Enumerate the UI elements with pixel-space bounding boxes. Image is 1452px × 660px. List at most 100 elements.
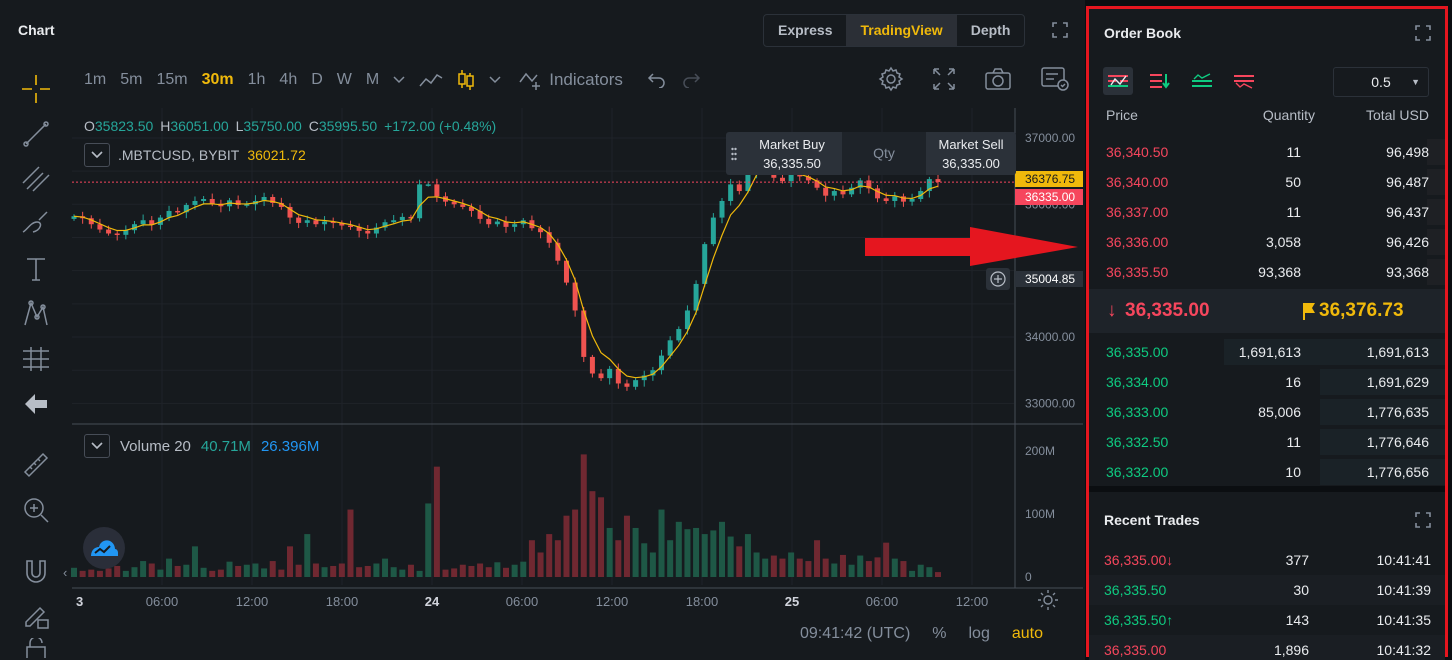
bid-row[interactable]: 36,333.00 85,006 1,776,635 xyxy=(1089,397,1445,427)
volume-bar xyxy=(900,561,907,577)
utc-clock: 09:41:42 (UTC) xyxy=(800,625,911,642)
volume-bar xyxy=(917,564,924,577)
volume-bar xyxy=(217,569,224,577)
asks-only-icon[interactable] xyxy=(1229,67,1259,95)
price-tick-label: 33000.00 xyxy=(1025,396,1075,410)
percent-scale-toggle[interactable]: % xyxy=(932,625,946,643)
time-tick-label: 18:00 xyxy=(326,594,359,609)
order-book-header: Price Quantity Total USD xyxy=(1089,107,1445,131)
price-chart[interactable]: 37000.0036000.0034000.0033000.0036376.75… xyxy=(0,0,1085,660)
volume-bar xyxy=(926,567,933,577)
price-label: 35004.85 xyxy=(1015,271,1083,287)
candle-body xyxy=(935,179,941,183)
volume-bar xyxy=(641,543,648,577)
volume-bar xyxy=(503,567,509,577)
volume-bar xyxy=(667,540,674,577)
time-tick-label: 12:00 xyxy=(956,594,989,609)
bid-price: 36,332.00 xyxy=(1106,464,1169,480)
volume-bar xyxy=(554,540,561,577)
order-book: Order Book 0.5 ▼ Price Quantity Total US… xyxy=(1089,9,1445,486)
volume-bar xyxy=(727,536,734,577)
candle-body xyxy=(512,224,518,227)
bids-only-icon[interactable] xyxy=(1187,67,1217,95)
candle-body xyxy=(106,229,112,234)
auto-scale-toggle[interactable]: auto xyxy=(1012,625,1043,643)
candle-body xyxy=(114,233,120,236)
candle-body xyxy=(736,184,742,192)
market-sell-price: 36,335.00 xyxy=(942,156,1000,171)
candle-body xyxy=(140,220,146,225)
volume-bar xyxy=(814,540,821,577)
ask-row[interactable]: 36,340.50 11 96,498 xyxy=(1089,137,1445,167)
volume-bar xyxy=(88,569,95,577)
bid-row[interactable]: 36,334.00 16 1,691,629 xyxy=(1089,367,1445,397)
collapse-volume-button[interactable] xyxy=(84,434,110,458)
candle-body xyxy=(840,191,846,195)
volume-bar xyxy=(105,568,112,577)
price-grouping-select[interactable]: 0.5 ▼ xyxy=(1333,67,1429,97)
volume-bar xyxy=(442,569,449,577)
ask-row[interactable]: 36,336.00 3,058 96,426 xyxy=(1089,227,1445,257)
price-tick-label: 37000.00 xyxy=(1025,131,1075,145)
volume-bar xyxy=(269,561,276,577)
candle-body xyxy=(347,225,353,228)
ask-row[interactable]: 36,337.00 11 96,437 xyxy=(1089,197,1445,227)
both-sides-icon[interactable] xyxy=(1103,67,1133,95)
volume-bar xyxy=(719,521,725,577)
volume-bar xyxy=(200,567,207,577)
bid-row[interactable]: 36,335.00 1,691,613 1,691,613 xyxy=(1089,337,1445,367)
volume-bar xyxy=(805,561,812,577)
bid-price: 36,333.00 xyxy=(1106,404,1169,420)
candle-body xyxy=(365,230,371,234)
bid-row[interactable]: 36,332.50 11 1,776,646 xyxy=(1089,427,1445,457)
market-buy-label: Market Buy xyxy=(759,137,825,152)
candle-body xyxy=(486,218,492,225)
volume-bar xyxy=(451,568,458,577)
volume-bar xyxy=(736,546,743,577)
volume-bar xyxy=(779,558,786,577)
symbol-price: 36021.72 xyxy=(247,147,306,163)
ask-total: 96,426 xyxy=(1386,234,1429,250)
market-sell-button[interactable]: Market Sell 36,335.00 xyxy=(926,132,1016,175)
qty-input[interactable]: Qty xyxy=(842,132,926,175)
collapse-legend-button[interactable] xyxy=(84,143,110,167)
candle-body xyxy=(313,220,319,225)
volume-value-b: 26.396M xyxy=(260,437,320,455)
last-price: 36,335.00 xyxy=(1125,300,1210,321)
close-label: C xyxy=(308,118,319,134)
candle-body xyxy=(728,184,734,201)
bid-price: 36,332.50 xyxy=(1106,434,1169,450)
time-tick-label: 18:00 xyxy=(686,594,719,609)
log-scale-toggle[interactable]: log xyxy=(969,625,990,643)
order-book-highlight: Order Book 0.5 ▼ Price Quantity Total US… xyxy=(1086,6,1448,660)
market-buy-button[interactable]: Market Buy 36,335.50 xyxy=(742,132,842,175)
ask-row[interactable]: 36,340.00 50 96,487 xyxy=(1089,167,1445,197)
volume-bar xyxy=(623,515,630,577)
bid-row[interactable]: 36,332.00 10 1,776,656 xyxy=(1089,457,1445,487)
tradingview-logo-icon[interactable] xyxy=(83,527,125,569)
ask-qty: 11 xyxy=(1286,144,1301,160)
candle-body xyxy=(417,184,423,219)
ask-qty: 93,368 xyxy=(1258,264,1301,280)
expand-icon[interactable] xyxy=(1415,512,1431,528)
candle-body xyxy=(296,217,302,223)
open-value: 35823.50 xyxy=(94,118,154,134)
candle-body xyxy=(494,221,500,225)
trade-qty: 30 xyxy=(1293,582,1309,598)
volume-bar xyxy=(615,540,622,577)
volume-bar xyxy=(148,563,155,577)
volume-bar xyxy=(79,570,86,577)
volume-bar xyxy=(312,563,319,577)
drag-handle-icon[interactable] xyxy=(726,132,742,175)
trade-price: 36,335.00↓ xyxy=(1104,552,1174,568)
volume-bar xyxy=(883,542,890,577)
expand-icon[interactable] xyxy=(1415,25,1431,41)
compare-icon[interactable] xyxy=(1145,67,1175,95)
caret-down-icon: ▼ xyxy=(1411,77,1420,87)
candlesticks xyxy=(71,142,1014,391)
volume-bar xyxy=(459,564,466,577)
ask-qty: 11 xyxy=(1286,204,1301,220)
volume-bar xyxy=(909,570,916,577)
ask-row[interactable]: 36,335.50 93,368 93,368 xyxy=(1089,257,1445,287)
trade-time: 10:41:41 xyxy=(1376,552,1432,568)
